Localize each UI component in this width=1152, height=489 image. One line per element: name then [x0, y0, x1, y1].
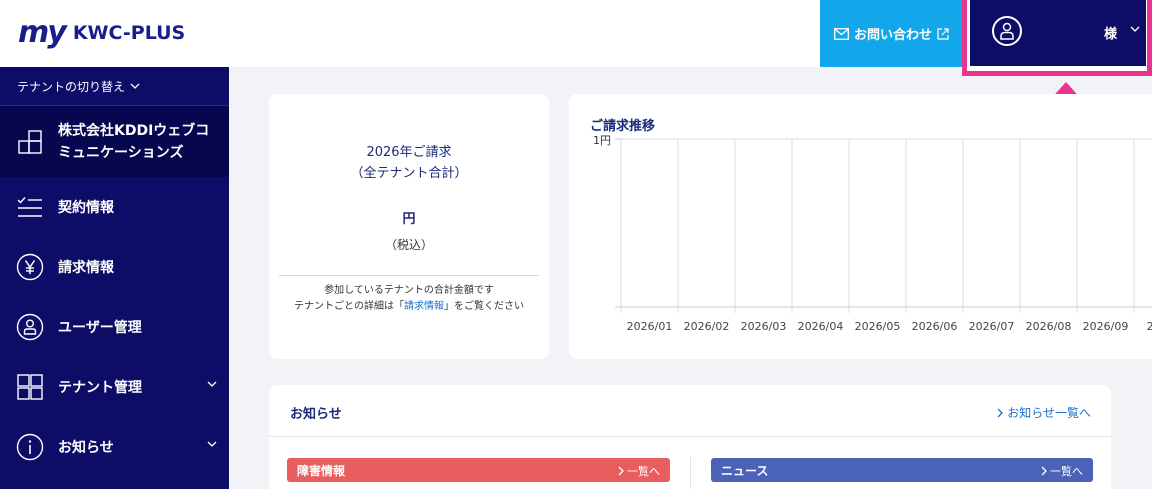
billing-info-link[interactable]: 請求情報 [404, 301, 444, 312]
billing-trend-card: ご請求推移 1円 2026/01 2026/02 2026/03 2026/04 2026… [569, 94, 1152, 359]
incident-info-label: 障害情報 [297, 463, 346, 478]
user-menu-highlight: 様 [962, 0, 1152, 76]
incident-info-header: 障害情報 一覧へ [287, 458, 670, 482]
list-check-icon [17, 197, 42, 217]
incident-list-label: 一覧へ [627, 465, 660, 478]
x-tick-label: 2026/ [1147, 320, 1152, 333]
info-icon [16, 433, 44, 461]
contact-button[interactable]: お問い合わせ [820, 0, 963, 67]
sidebar-item-news[interactable]: お知らせ [0, 417, 229, 477]
user-avatar [992, 16, 1022, 46]
chevron-down-icon [1130, 26, 1140, 32]
yen-icon [16, 253, 44, 281]
x-tick-label: 2026/02 [684, 320, 730, 333]
news-list-link[interactable]: 一覧へ [1041, 463, 1083, 479]
chevron-down-icon [207, 381, 217, 387]
billing-note-suffix: 」をご覧ください [443, 301, 524, 312]
news-label: ニュース [721, 463, 769, 478]
logo[interactable]: my KWC-PLUS [18, 18, 185, 48]
x-tick-label: 2026/05 [855, 320, 901, 333]
divider [690, 457, 691, 489]
sidebar: テナントの切り替え 株式会社KDDIウェブコミュニケーションズ 契約情報 請求情… [0, 67, 229, 489]
billing-tax-note: （税込） [384, 238, 433, 252]
grid-icon [17, 374, 43, 400]
billing-trend-chart: 1円 2026/01 2026/02 2026/03 2026/04 2026/05 202… [593, 134, 1152, 333]
user-name-suffix: 様 [1104, 27, 1118, 42]
user-icon [1000, 22, 1014, 40]
x-tick-label: 2026/06 [912, 320, 958, 333]
company-name: 株式会社KDDIウェブコミュニケーションズ [58, 122, 210, 161]
news-card: お知らせ お知らせ一覧へ 障害情報 一覧へ ニュース 一覧へ [269, 385, 1111, 489]
chevron-right-icon [1041, 466, 1047, 476]
billing-title: 2026年ご請求 （全テナント合計） [269, 142, 549, 184]
sidebar-item-label: テナント管理 [58, 380, 142, 396]
user-icon [16, 313, 44, 341]
news-all-link[interactable]: お知らせ一覧へ [997, 404, 1091, 421]
contact-label: お問い合わせ [853, 28, 932, 43]
tenant-switch[interactable]: テナントの切り替え [0, 67, 229, 106]
divider [279, 275, 539, 276]
news-all-label: お知らせ一覧へ [1007, 406, 1091, 420]
sidebar-item-contract[interactable]: 契約情報 [0, 177, 229, 237]
building-icon [18, 129, 42, 154]
billing-note: 参加しているテナントの合計金額です テナントごとの詳細は「請求情報」をご覧くださ… [269, 283, 549, 315]
incident-list-link[interactable]: 一覧へ [618, 463, 660, 479]
divider [269, 436, 1111, 437]
logo-my: my [18, 15, 67, 50]
sidebar-item-users[interactable]: ユーザー管理 [0, 297, 229, 357]
billing-note-line2: テナントごとの詳細は「請求情報」をご覧ください [269, 299, 549, 315]
sidebar-item-label: 請求情報 [58, 260, 114, 276]
header: my KWC-PLUS お問い合わせ 様 [0, 0, 1152, 76]
sidebar-item-label: ユーザー管理 [58, 320, 142, 336]
billing-summary-card: 2026年ご請求 （全テナント合計） 円 （税込） 参加しているテナントの合計金… [269, 94, 549, 359]
tenant-switch-label: テナントの切り替え [17, 79, 126, 94]
chevron-right-icon [618, 466, 624, 476]
y-max-label: 1円 [593, 134, 611, 147]
x-tick-label: 2026/09 [1083, 320, 1129, 333]
sidebar-item-label: 契約情報 [58, 200, 114, 216]
news-title: お知らせ [290, 407, 342, 422]
billing-title-line2: （全テナント合計） [350, 166, 468, 181]
x-tick-label: 2026/07 [969, 320, 1015, 333]
current-tenant: 株式会社KDDIウェブコミュニケーションズ [0, 106, 229, 177]
chevron-down-icon [130, 83, 140, 89]
x-tick-label: 2026/03 [741, 320, 787, 333]
billing-title-line1: 2026年ご請求 [366, 145, 452, 160]
x-tick-label: 2026/04 [798, 320, 844, 333]
x-tick-label: 2026/08 [1026, 320, 1072, 333]
chevron-right-icon [997, 408, 1004, 417]
chevron-down-icon [207, 441, 217, 447]
sidebar-item-label: お知らせ [58, 440, 114, 456]
sidebar-item-tenant[interactable]: テナント管理 [0, 357, 229, 417]
news-list-label: 一覧へ [1050, 465, 1083, 478]
mail-icon [834, 27, 849, 40]
billing-amount: 円 [402, 212, 416, 227]
billing-note-prefix: テナントごとの詳細は「 [294, 301, 404, 312]
news-header: ニュース 一覧へ [711, 458, 1093, 482]
logo-kwc-plus: KWC-PLUS [72, 22, 186, 44]
external-link-icon [937, 27, 949, 40]
sidebar-item-billing[interactable]: 請求情報 [0, 237, 229, 297]
billing-note-line1: 参加しているテナントの合計金額です [324, 285, 494, 296]
x-tick-label: 2026/01 [627, 320, 673, 333]
user-menu-button[interactable]: 様 [970, 0, 1146, 66]
